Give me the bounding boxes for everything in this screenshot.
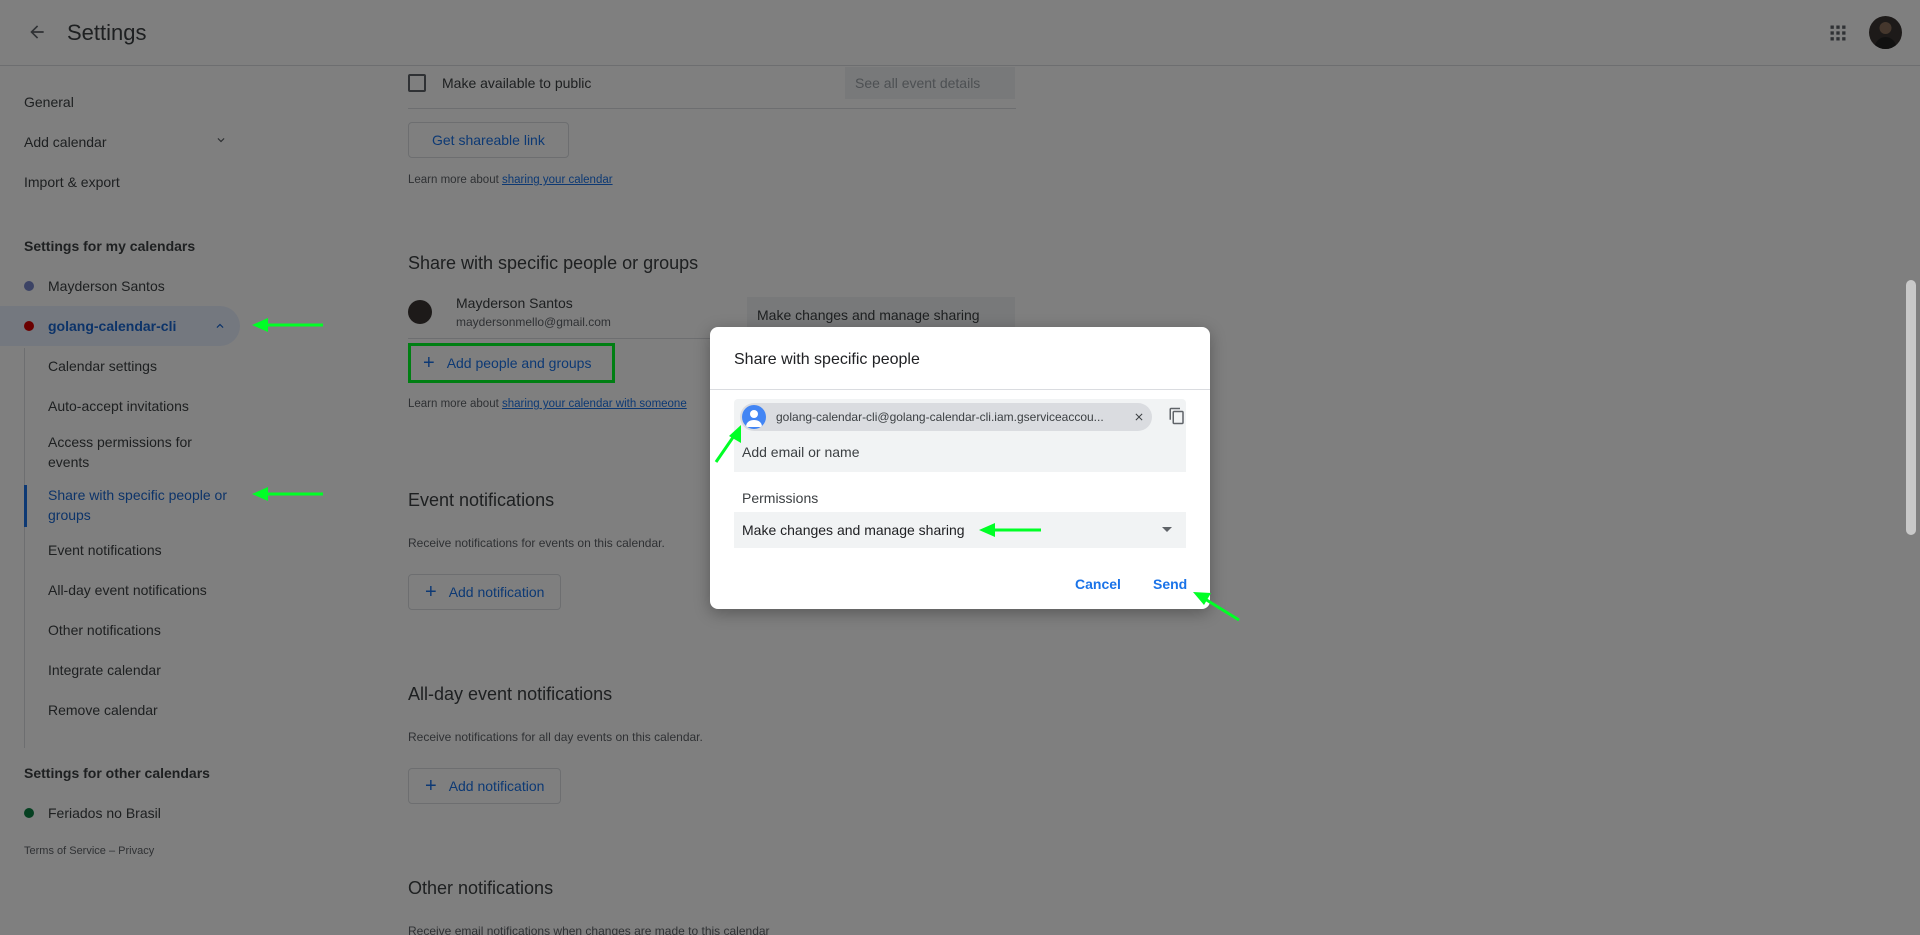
cancel-button[interactable]: Cancel <box>1075 576 1121 592</box>
select-value: Make changes and manage sharing <box>742 522 965 538</box>
recipient-chip[interactable]: golang-calendar-cli@golang-calendar-cli.… <box>740 403 1152 431</box>
permissions-select[interactable]: Make changes and manage sharing <box>734 512 1186 548</box>
share-dialog: Share with specific people golang-calend… <box>710 327 1210 609</box>
permissions-label: Permissions <box>742 490 819 506</box>
send-button[interactable]: Send <box>1153 576 1187 592</box>
chip-email: golang-calendar-cli@golang-calendar-cli.… <box>776 410 1104 424</box>
close-icon[interactable] <box>1131 409 1147 425</box>
page-scrollbar[interactable] <box>1906 280 1916 535</box>
add-email-input[interactable] <box>742 444 1172 460</box>
copy-icon[interactable] <box>1168 407 1186 425</box>
dialog-title: Share with specific people <box>734 351 920 368</box>
dialog-divider <box>710 389 1210 390</box>
person-icon <box>742 405 766 429</box>
caret-down-icon <box>1162 527 1172 532</box>
recipient-field[interactable]: golang-calendar-cli@golang-calendar-cli.… <box>734 399 1186 472</box>
